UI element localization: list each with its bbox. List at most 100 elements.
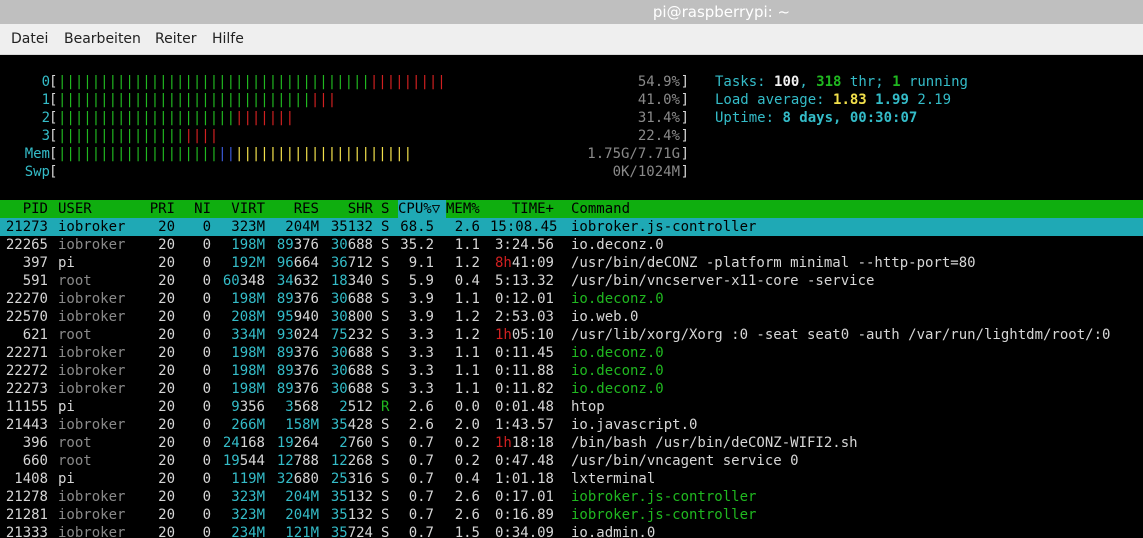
cell-shr: 36712 xyxy=(330,255,373,271)
col-cpu-sorted[interactable]: CPU%▽ xyxy=(398,200,446,218)
cell-pri: 20 xyxy=(158,237,175,253)
cell-cmd: /usr/bin/vncagent service 0 xyxy=(571,453,799,469)
mem-meter-bracket-close: ] xyxy=(680,146,689,162)
terminal-area[interactable]: 0[||||||||||||||||||||||||||||||||||||||… xyxy=(0,55,1143,538)
swap-meter: Swp[0K/1024M] xyxy=(0,163,690,181)
cell-pri: 20 xyxy=(158,525,175,538)
cell-cmd: /usr/bin/deCONZ -platform minimal --http… xyxy=(571,255,976,271)
table-row[interactable]: 11155 pi 20 0 9356 3568 2512 R 2.6 0.0 0:01.48 htop xyxy=(0,398,1143,416)
cell-cpu: 3.3 xyxy=(408,345,434,361)
cell-user: pi xyxy=(58,399,75,415)
cell-shr: 25316 xyxy=(330,471,373,487)
cell-cmd: io.admin.0 xyxy=(571,525,656,538)
cell-time: 1:01.18 xyxy=(494,471,554,487)
cell-res: 89376 xyxy=(276,291,319,307)
cell-ni: 0 xyxy=(202,345,211,361)
cell-shr: 30688 xyxy=(330,237,373,253)
cell-s: S xyxy=(381,363,390,379)
table-row[interactable]: 22270 iobroker 20 0 198M 89376 30688 S 3.9 1.1 0:1… xyxy=(0,290,1143,308)
cell-cpu: 0.7 xyxy=(408,435,434,451)
menu-hilfe[interactable]: Hilfe xyxy=(212,31,244,47)
cell-shr: 2760 xyxy=(339,435,373,451)
col-virt[interactable]: VIRT xyxy=(220,200,265,218)
cell-user: root xyxy=(58,435,92,451)
cell-ni: 0 xyxy=(202,255,211,271)
col-state[interactable]: S xyxy=(381,200,389,218)
table-row[interactable]: 22570 iobroker 20 0 208M 95940 30800 S 3.9 1.2 2:5… xyxy=(0,308,1143,326)
col-res[interactable]: RES xyxy=(272,200,319,218)
cell-pid: 397 xyxy=(22,255,48,271)
cell-res: 121M xyxy=(285,525,319,538)
cell-s: S xyxy=(381,453,390,469)
table-row[interactable]: 21443 iobroker 20 0 266M 158M 35428 S 2.6 2.0 1:43… xyxy=(0,416,1143,434)
col-time[interactable]: TIME+ xyxy=(490,200,554,218)
cpu-meter-1-bracket-open: [ xyxy=(49,92,58,108)
cell-mem: 0.0 xyxy=(454,399,480,415)
cell-s: S xyxy=(381,237,390,253)
table-row[interactable]: 21278 iobroker 20 0 323M 204M 35132 S 0.7 2.6 0:17… xyxy=(0,488,1143,506)
cell-pri: 20 xyxy=(158,363,175,379)
cell-ni: 0 xyxy=(202,219,211,235)
cell-cpu: 0.7 xyxy=(408,489,434,505)
col-shr[interactable]: SHR xyxy=(326,200,373,218)
col-ni[interactable]: NI xyxy=(185,200,211,218)
cell-virt: 9356 xyxy=(231,399,265,415)
cpu-meter-2: 2[|||||||||||||||||||||||||||| 31.4%] xyxy=(0,109,690,127)
col-mem[interactable]: MEM% xyxy=(446,200,480,218)
cell-ni: 0 xyxy=(202,273,211,289)
table-row[interactable]: 22265 iobroker 20 0 198M 89376 30688 S 35.2 1.1 3:… xyxy=(0,236,1143,254)
cell-ni: 0 xyxy=(202,417,211,433)
cpu-meter-0-value: 54.9% xyxy=(637,74,680,90)
cell-cmd: iobroker.js-controller xyxy=(571,489,757,505)
table-row[interactable]: 22273 iobroker 20 0 198M 89376 30688 S 3.3 1.1 0:1… xyxy=(0,380,1143,398)
cell-user: iobroker xyxy=(58,507,126,523)
table-row[interactable]: 21333 iobroker 20 0 234M 121M 35724 S 0.7 1.5 0:34… xyxy=(0,524,1143,538)
table-row[interactable]: 396 root 20 0 24168 19264 2760 S 0.7 0.2 1h18:18/b… xyxy=(0,434,1143,452)
cell-pid: 22570 xyxy=(5,309,48,325)
col-user[interactable]: USER xyxy=(58,200,92,218)
cpu-meter-2-bracket-open: [ xyxy=(49,110,58,126)
cell-cmd: lxterminal xyxy=(571,471,656,487)
cell-mem: 0.2 xyxy=(454,453,480,469)
menu-bearbeiten[interactable]: Bearbeiten xyxy=(64,31,141,47)
table-row[interactable]: 22271 iobroker 20 0 198M 89376 30688 S 3.3 1.1 0:1… xyxy=(0,344,1143,362)
col-pri[interactable]: PRI xyxy=(140,200,175,218)
cell-user: root xyxy=(58,453,92,469)
cell-mem: 1.1 xyxy=(454,381,480,397)
mem-meter-label: Mem xyxy=(24,146,50,162)
cell-s: S xyxy=(381,435,390,451)
cell-cmd: io.deconz.0 xyxy=(571,237,664,253)
cell-virt: 198M xyxy=(231,291,265,307)
cell-res: 204M xyxy=(285,507,319,523)
cell-pri: 20 xyxy=(158,471,175,487)
table-row[interactable]: 22272 iobroker 20 0 198M 89376 30688 S 3.3 1.1 0:1… xyxy=(0,362,1143,380)
table-row[interactable]: 21281 iobroker 20 0 323M 204M 35132 S 0.7 2.6 0:16… xyxy=(0,506,1143,524)
table-row[interactable]: 621 root 20 0 334M 93024 75232 S 3.3 1.2 1h05:10/u… xyxy=(0,326,1143,344)
menu-reiter[interactable]: Reiter xyxy=(155,31,196,47)
menu-datei[interactable]: Datei xyxy=(11,31,48,47)
cell-mem: 2.0 xyxy=(454,417,480,433)
table-row[interactable]: 397 pi 20 0 192M 96664 36712 S 9.1 1.2 8h41:09/usr… xyxy=(0,254,1143,272)
table-row[interactable]: 660 root 20 0 19544 12788 12268 S 0.7 0.2 0:47.48 /… xyxy=(0,452,1143,470)
cell-ni: 0 xyxy=(202,525,211,538)
cpu-meter-0-bracket-open: [ xyxy=(49,74,58,90)
cell-s: S xyxy=(381,507,390,523)
col-pid[interactable]: PID xyxy=(3,200,48,218)
cell-res: 93024 xyxy=(276,327,319,343)
table-row[interactable]: 1408 pi 20 0 119M 32680 25316 S 0.7 0.4 1:01.18 lxt… xyxy=(0,470,1143,488)
cell-time: 0:11.82 xyxy=(494,381,554,397)
cell-cmd: io.deconz.0 xyxy=(571,345,664,361)
cpu-meter-1: 1[||||||||||||||||||||||||||||||||| 41.0%… xyxy=(0,91,690,109)
cell-cmd: io.deconz.0 xyxy=(571,291,664,307)
col-command[interactable]: Command xyxy=(571,200,630,218)
cell-pid: 22272 xyxy=(5,363,48,379)
cell-cmd: io.web.0 xyxy=(571,309,639,325)
cell-shr: 35132 xyxy=(330,489,373,505)
cell-ni: 0 xyxy=(202,489,211,505)
cell-user: iobroker xyxy=(58,309,126,325)
cell-time: 0:11.45 xyxy=(494,345,554,361)
table-row[interactable]: 591 root 20 0 60348 34632 18340 S 5.9 0.4 5:13.32 /… xyxy=(0,272,1143,290)
cell-pid: 21278 xyxy=(5,489,48,505)
cell-time: 15:08.45 xyxy=(490,219,558,235)
table-row[interactable]: 21273 iobroker 20 0 323M 204M 35132 S 68.5 2.6 15:… xyxy=(0,218,1143,236)
